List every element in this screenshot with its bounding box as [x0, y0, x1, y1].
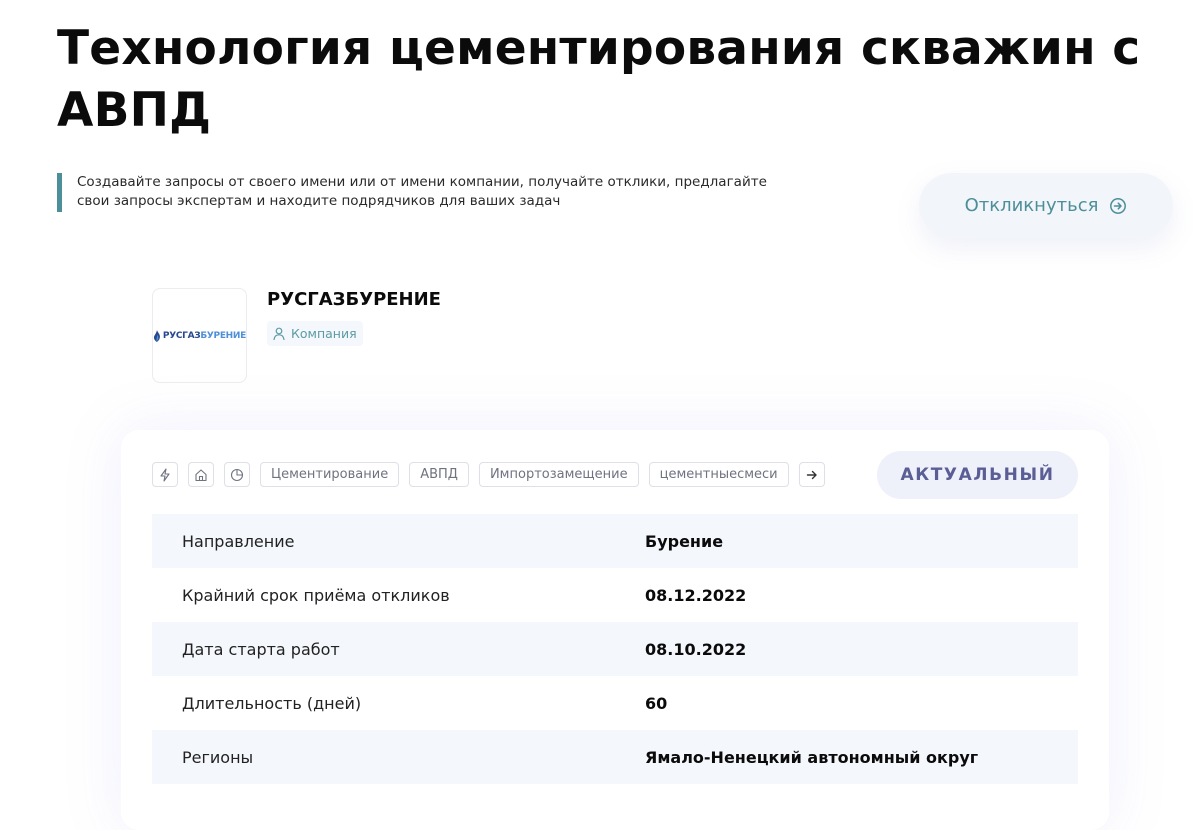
detail-label: Дата старта работ [182, 639, 340, 659]
company-type-badge: Компания [267, 321, 363, 346]
tag-item[interactable]: Цементирование [260, 462, 400, 487]
detail-value: 08.10.2022 [645, 639, 747, 659]
company-logo-text: РУСГАЗБУРЕНИЕ [163, 331, 246, 341]
detail-row: Направление Бурение [152, 514, 1078, 568]
tag-item[interactable]: цементныесмеси [648, 462, 789, 487]
detail-value: Ямало-Ненецкий автономный округ [645, 747, 979, 767]
respond-button[interactable]: Откликнуться [919, 173, 1173, 238]
detail-value: Бурение [645, 531, 724, 551]
company-type-label: Компания [291, 326, 357, 341]
detail-row: Длительность (дней) 60 [152, 676, 1078, 730]
page-intro: Создавайте запросы от своего имени или о… [57, 173, 797, 212]
pie-chart-icon[interactable] [224, 462, 250, 487]
details-table: Направление Бурение Крайний срок приёма … [152, 514, 1078, 784]
company-logo[interactable]: РУСГАЗБУРЕНИЕ [152, 288, 247, 383]
tag-item[interactable]: Импортозамещение [478, 462, 639, 487]
logo-text-part-b: БУРЕНИЕ [200, 330, 246, 341]
company-name[interactable]: РУСГАЗБУРЕНИЕ [267, 289, 441, 310]
respond-button-label: Откликнуться [964, 195, 1099, 216]
detail-row: Регионы Ямало-Ненецкий автономный округ [152, 730, 1078, 784]
detail-value: 60 [645, 693, 668, 713]
detail-label: Направление [182, 531, 295, 551]
detail-label: Регионы [182, 747, 254, 767]
detail-value: 08.12.2022 [645, 585, 747, 605]
lightning-icon[interactable] [152, 462, 178, 487]
request-card: Цементирование АВПД Импортозамещение цем… [121, 430, 1109, 830]
arrow-right-icon[interactable] [798, 462, 825, 487]
tags-row: Цементирование АВПД Импортозамещение цем… [152, 462, 825, 487]
status-badge: АКТУАЛЬНЫЙ [877, 451, 1078, 499]
user-icon [273, 327, 285, 340]
page-title: Технология цементирования скважин с АВПД [57, 21, 1141, 138]
flame-logo-icon [153, 329, 160, 342]
detail-row: Дата старта работ 08.10.2022 [152, 622, 1078, 676]
logo-text-part-a: РУСГАЗ [162, 330, 201, 341]
tag-item[interactable]: АВПД [409, 462, 469, 487]
detail-label: Крайний срок приёма откликов [182, 585, 450, 605]
detail-row: Крайний срок приёма откликов 08.12.2022 [152, 568, 1078, 622]
detail-label: Длительность (дней) [182, 693, 362, 713]
arrow-circle-right-icon [1109, 197, 1127, 215]
home-icon[interactable] [188, 462, 214, 487]
